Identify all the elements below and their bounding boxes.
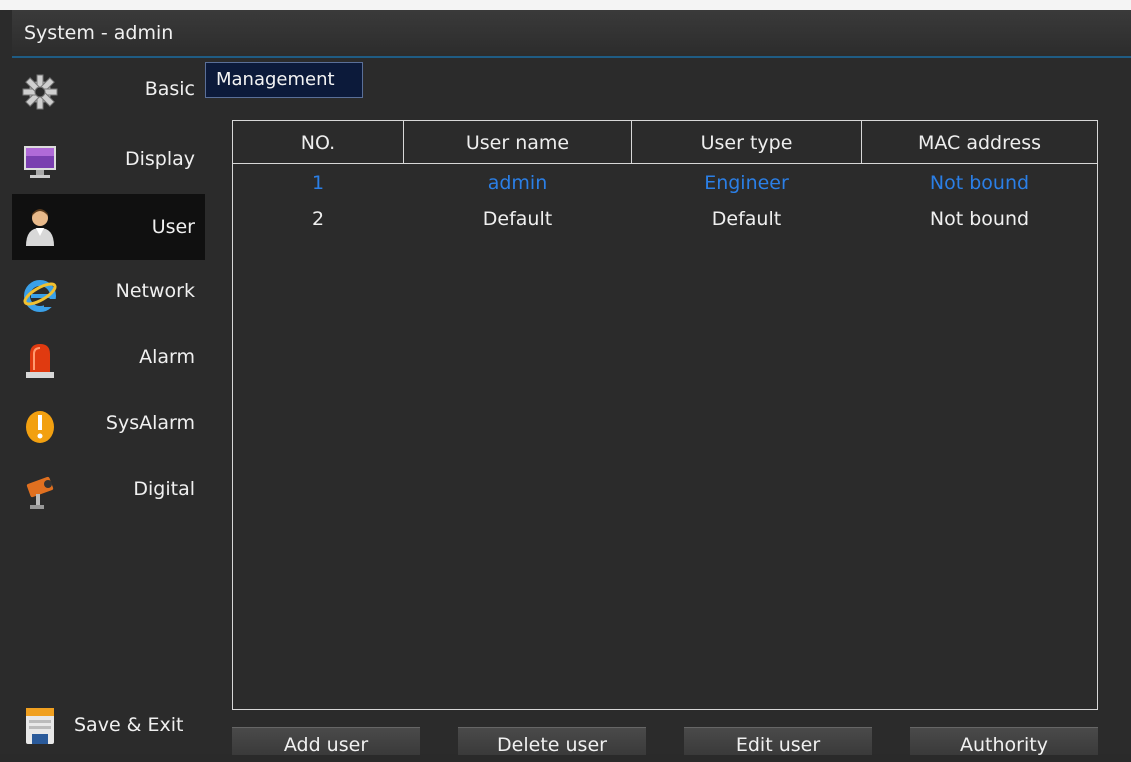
sidebar-item-basic[interactable]: Basic	[12, 60, 205, 122]
sidebar-item-user[interactable]: User	[12, 194, 205, 260]
save-icon	[26, 708, 54, 744]
sidebar-item-display[interactable]: Display	[12, 130, 205, 192]
cell-user-name: admin	[487, 172, 548, 194]
sidebar-item-label: Digital	[133, 478, 195, 500]
add-user-button[interactable]: Add user	[232, 727, 420, 756]
siren-icon	[26, 344, 54, 378]
sidebar: Basic Display User Network Alarm SysAlar…	[12, 60, 205, 754]
cell-user-type: Default	[711, 208, 782, 230]
title-bar: System - admin	[12, 10, 1131, 58]
sidebar-item-label: Network	[115, 280, 195, 302]
sidebar-item-alarm[interactable]: Alarm	[12, 328, 205, 390]
monitor-icon	[24, 146, 56, 178]
sidebar-item-label: Basic	[144, 78, 195, 100]
top-edge	[0, 0, 1131, 10]
warning-icon	[26, 411, 54, 443]
column-header-user-type: User type	[700, 132, 793, 154]
edit-user-button[interactable]: Edit user	[684, 727, 872, 756]
sidebar-item-sysalarm[interactable]: SysAlarm	[12, 394, 205, 456]
gear-icon	[22, 74, 58, 110]
tab-management[interactable]: Management	[205, 62, 363, 98]
table-row[interactable]: 2 Default Default Not bound	[233, 201, 1097, 237]
system-window: System - admin Basic Display User Networ…	[0, 0, 1131, 756]
column-header-no: NO.	[300, 132, 336, 154]
save-exit-label: Save & Exit	[74, 714, 184, 736]
sidebar-item-digital[interactable]: Digital	[12, 460, 205, 522]
cell-mac-address: Not bound	[929, 208, 1030, 230]
sidebar-item-label: User	[151, 216, 195, 238]
column-header-mac-address: MAC address	[917, 132, 1041, 154]
sidebar-item-label: Alarm	[139, 346, 195, 368]
authority-button[interactable]: Authority	[910, 727, 1098, 756]
user-icon	[26, 209, 54, 246]
user-table: NO. User name User type MAC address 1 ad…	[232, 120, 1098, 710]
window-title: System - admin	[24, 22, 174, 44]
save-exit-button[interactable]: Save & Exit	[12, 700, 205, 754]
cell-no: 2	[311, 208, 325, 230]
cell-mac-address: Not bound	[929, 172, 1030, 194]
sidebar-item-label: SysAlarm	[105, 412, 195, 434]
camera-icon	[26, 476, 54, 509]
cell-user-name: Default	[482, 208, 553, 230]
delete-user-button[interactable]: Delete user	[458, 727, 646, 756]
tab-label: Management	[216, 69, 335, 90]
cell-no: 1	[311, 172, 325, 194]
sidebar-item-label: Display	[124, 148, 195, 170]
table-row[interactable]: 1 admin Engineer Not bound	[233, 165, 1097, 201]
cell-user-type: Engineer	[704, 172, 789, 194]
sidebar-item-network[interactable]: Network	[12, 262, 205, 324]
internet-explorer-icon	[23, 280, 57, 312]
table-header: NO. User name User type MAC address	[233, 121, 1097, 164]
column-header-user-name: User name	[465, 132, 570, 154]
